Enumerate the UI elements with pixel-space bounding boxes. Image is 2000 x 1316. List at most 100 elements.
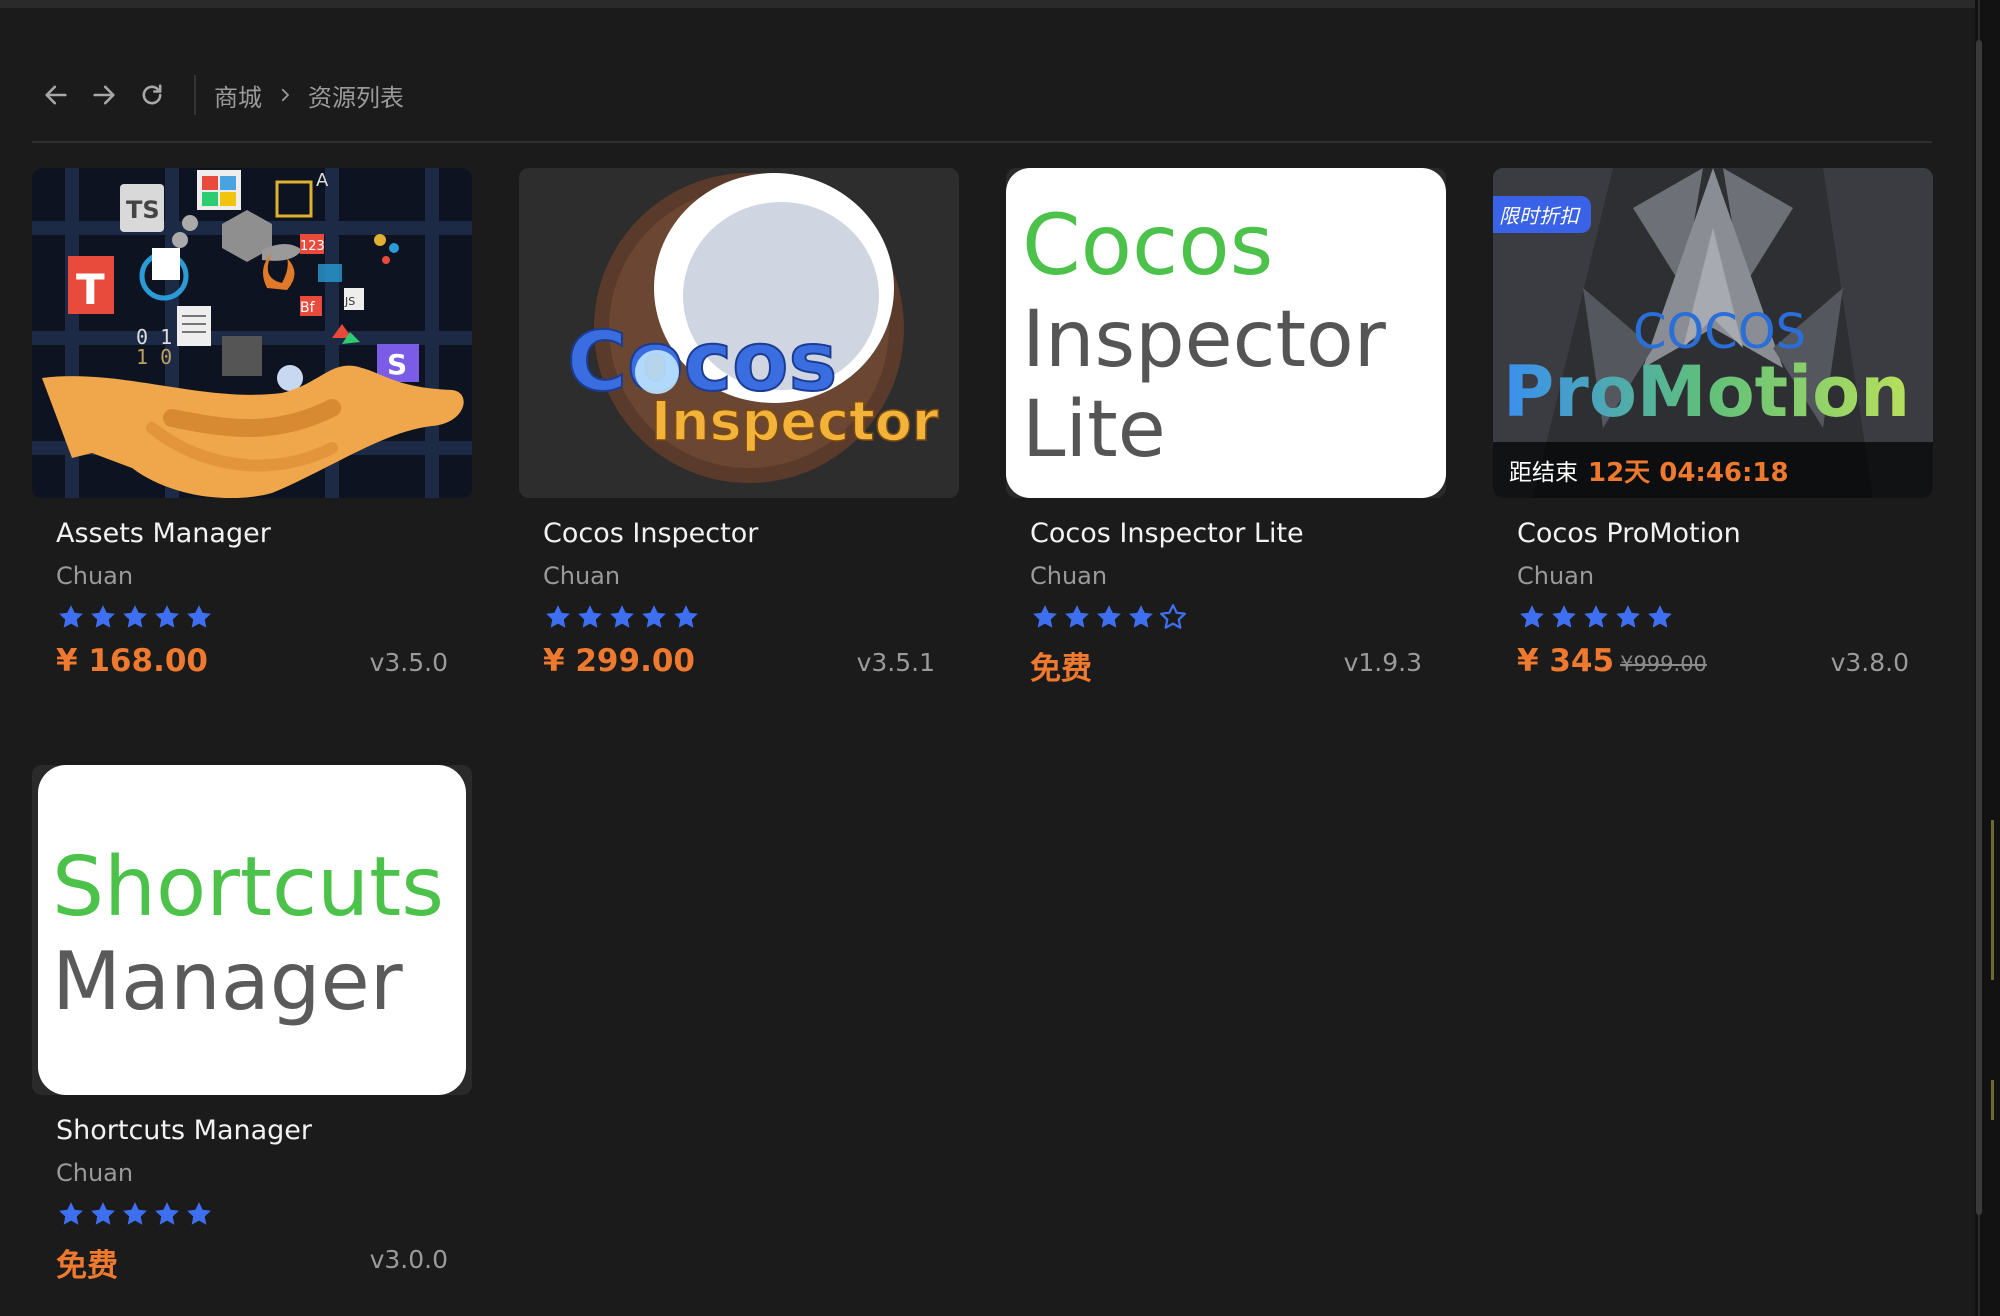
svg-text:Shortcuts: Shortcuts xyxy=(52,840,444,935)
price-value: 免费 xyxy=(1030,651,1092,687)
svg-text:123: 123 xyxy=(300,239,325,254)
star-filled-icon xyxy=(671,602,703,632)
star-filled-icon xyxy=(1645,602,1677,632)
product-thumbnail[interactable]: TS A T 123 Bf JS 0 1 1 0 S xyxy=(32,168,472,498)
product-price: 免费 xyxy=(56,1240,118,1285)
price-value: ¥ 345 xyxy=(1517,643,1615,679)
toolbar-divider xyxy=(194,75,196,115)
star-filled-icon xyxy=(575,602,607,632)
product-title[interactable]: Assets Manager xyxy=(56,518,271,549)
star-filled-icon xyxy=(543,602,575,632)
product-card[interactable]: COCOS ProMotion 限时折扣 距结束 12天 04:46:18 Co… xyxy=(1493,168,1933,679)
svg-text:1 0: 1 0 xyxy=(136,345,172,369)
right-side-panel xyxy=(1975,0,2000,1316)
shortcuts-manager-artwork: Shortcuts Manager xyxy=(32,765,472,1095)
product-thumbnail[interactable]: Cocos Inspector Lite xyxy=(1006,168,1446,498)
window-top-strip xyxy=(0,0,1975,8)
svg-text:Inspector: Inspector xyxy=(651,390,939,453)
rating-stars xyxy=(543,602,703,632)
original-price: ¥999.00 xyxy=(1620,652,1707,676)
svg-text:Bf: Bf xyxy=(300,300,316,316)
svg-text:T: T xyxy=(76,265,105,314)
price-value: 免费 xyxy=(56,1248,118,1284)
star-filled-icon xyxy=(1126,602,1158,632)
cocos-inspector-lite-artwork: Cocos Inspector Lite xyxy=(1006,168,1446,498)
product-card[interactable]: TS A T 123 Bf JS 0 1 1 0 S Assets Manage… xyxy=(32,168,472,679)
star-filled-icon xyxy=(607,602,639,632)
product-author: Chuan xyxy=(56,1159,134,1187)
product-card[interactable]: Cocos Inspector Lite Cocos Inspector Lit… xyxy=(1006,168,1446,687)
product-version: v3.5.0 xyxy=(369,648,448,677)
rating-stars xyxy=(56,602,216,632)
sale-countdown: 距结束 12天 04:46:18 xyxy=(1493,442,1933,498)
star-filled-icon xyxy=(1094,602,1126,632)
breadcrumb-current: 资源列表 xyxy=(308,83,404,112)
product-thumbnail[interactable]: Cocos Inspector xyxy=(519,168,959,498)
navigation-toolbar: 商城 资源列表 xyxy=(32,70,404,120)
star-filled-icon xyxy=(1613,602,1645,632)
star-filled-icon xyxy=(152,1199,184,1229)
minimap-marker xyxy=(1991,820,1994,980)
scrollbar-thumb[interactable] xyxy=(1976,40,1982,1215)
svg-text:Manager: Manager xyxy=(52,935,403,1028)
refresh-button[interactable] xyxy=(128,71,176,119)
product-version: v3.5.1 xyxy=(856,648,935,677)
star-filled-icon xyxy=(639,602,671,632)
product-card[interactable]: Cocos Inspector Cocos Inspector Chuan ¥ … xyxy=(519,168,959,679)
product-price: ¥ 345 ¥999.00 xyxy=(1517,643,1707,679)
product-thumbnail[interactable]: COCOS ProMotion 限时折扣 距结束 12天 04:46:18 xyxy=(1493,168,1933,498)
svg-text:Lite: Lite xyxy=(1022,385,1166,475)
price-value: ¥ 168.00 xyxy=(56,643,208,679)
product-title[interactable]: Shortcuts Manager xyxy=(56,1115,312,1146)
product-version: v3.8.0 xyxy=(1830,648,1909,677)
star-filled-icon xyxy=(1549,602,1581,632)
chevron-right-icon xyxy=(276,86,294,104)
star-filled-icon xyxy=(88,602,120,632)
product-version: v1.9.3 xyxy=(1343,648,1422,677)
star-filled-icon xyxy=(152,602,184,632)
assets-manager-artwork: TS A T 123 Bf JS 0 1 1 0 S xyxy=(32,168,472,498)
countdown-label: 距结束 xyxy=(1509,460,1578,486)
svg-text:Inspector: Inspector xyxy=(1022,295,1387,385)
product-author: Chuan xyxy=(56,562,134,590)
star-filled-icon xyxy=(88,1199,120,1229)
star-filled-icon xyxy=(1062,602,1094,632)
product-version: v3.0.0 xyxy=(369,1245,448,1274)
refresh-icon xyxy=(142,84,162,105)
svg-text:S: S xyxy=(387,348,407,381)
svg-text:Cocos: Cocos xyxy=(1022,196,1273,294)
star-filled-icon xyxy=(56,602,88,632)
svg-text:A: A xyxy=(316,170,329,191)
product-card[interactable]: Shortcuts Manager Shortcuts Manager Chua… xyxy=(32,765,472,1284)
star-filled-icon xyxy=(1030,602,1062,632)
svg-text:JS: JS xyxy=(344,295,355,308)
star-filled-icon xyxy=(120,1199,152,1229)
product-price: 免费 xyxy=(1030,643,1092,688)
product-price: ¥ 168.00 xyxy=(56,643,208,679)
svg-text:ProMotion: ProMotion xyxy=(1503,351,1910,433)
product-title[interactable]: Cocos Inspector Lite xyxy=(1030,518,1304,549)
breadcrumb-root[interactable]: 商城 xyxy=(214,78,262,113)
star-filled-icon xyxy=(56,1199,88,1229)
toolbar-divider-line xyxy=(32,141,1932,143)
rating-stars xyxy=(56,1199,216,1229)
product-author: Chuan xyxy=(1517,562,1595,590)
back-button[interactable] xyxy=(32,71,80,119)
discount-badge: 限时折扣 xyxy=(1493,196,1591,233)
star-filled-icon xyxy=(120,602,152,632)
forward-button[interactable] xyxy=(80,71,128,119)
star-filled-icon xyxy=(1581,602,1613,632)
product-author: Chuan xyxy=(1030,562,1108,590)
rating-stars xyxy=(1517,602,1677,632)
minimap-marker xyxy=(1991,1080,1994,1120)
rating-stars xyxy=(1030,602,1190,632)
product-title[interactable]: Cocos Inspector xyxy=(543,518,758,549)
product-price: ¥ 299.00 xyxy=(543,643,695,679)
product-thumbnail[interactable]: Shortcuts Manager xyxy=(32,765,472,1095)
star-filled-icon xyxy=(184,602,216,632)
product-title[interactable]: Cocos ProMotion xyxy=(1517,518,1741,549)
price-value: ¥ 299.00 xyxy=(543,643,695,679)
svg-text:TS: TS xyxy=(126,196,160,224)
product-author: Chuan xyxy=(543,562,621,590)
star-filled-icon xyxy=(184,1199,216,1229)
